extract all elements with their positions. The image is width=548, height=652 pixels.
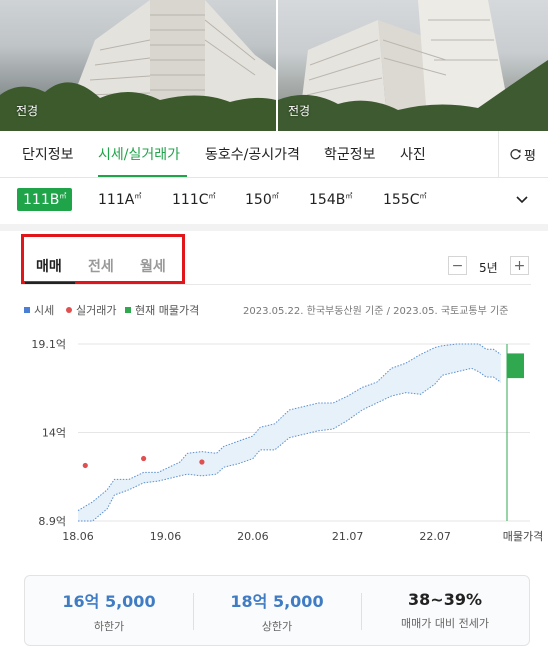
unit-toggle-button[interactable]: 평 <box>498 131 548 178</box>
area-label: 111C <box>172 192 209 208</box>
building-illustration-1 <box>0 0 276 131</box>
section-gap <box>0 224 548 231</box>
period-label: 5년 <box>479 261 498 275</box>
unit-toggle-label: 평 <box>524 149 536 164</box>
transaction-point <box>82 462 88 469</box>
x-tick-label: 21.07 <box>332 530 364 543</box>
area-unit: ㎡ <box>134 192 142 200</box>
legend-label: 현재 매물가격 <box>135 304 200 317</box>
jeonse-ratio-value: 38~39% <box>408 590 482 609</box>
y-tick-label: 19.1억 <box>31 338 66 351</box>
area-unit: ㎡ <box>271 192 279 200</box>
tab-sale[interactable]: 매매 <box>36 256 62 276</box>
summary-ratio: 38~39% 매매가 대비 전세가 <box>361 576 529 645</box>
legend-label: 시세 <box>34 304 55 317</box>
area-option-111c[interactable]: 111C㎡ <box>172 191 216 208</box>
source-note: 2023.05.22. 한국부동산원 기준 / 2023.05. 국토교통부 기… <box>243 306 509 317</box>
x-tick-label: 18.06 <box>62 530 94 543</box>
photo-caption: 전경 <box>288 104 311 118</box>
x-tick-label: 22.07 <box>419 530 451 543</box>
area-unit: ㎡ <box>59 192 67 200</box>
tab-jeonse[interactable]: 전세 <box>88 256 114 276</box>
active-tab-indicator <box>98 175 187 177</box>
legend-listing: 현재 매물가격 <box>125 302 199 318</box>
area-label: 111B <box>23 192 60 208</box>
tab-monthly-rent[interactable]: 월세 <box>140 256 166 276</box>
legend-swatch <box>125 307 131 313</box>
photo-strip: 전경 전경 <box>0 0 548 131</box>
transaction-point <box>140 455 147 462</box>
area-label: 154B <box>309 192 346 208</box>
period-decrease-button[interactable]: − <box>448 256 467 275</box>
price-summary: 16억 5,000 하한가 18억 5,000 상한가 38~39% 매매가 대… <box>24 575 530 646</box>
x-tick-label: 20.06 <box>237 530 269 543</box>
area-selector: 111B㎡ 111A㎡ 111C㎡ 150㎡ 154B㎡ 155C㎡ <box>0 178 548 224</box>
area-label: 111A <box>98 192 135 208</box>
jeonse-ratio-label: 매매가 대비 전세가 <box>401 617 489 630</box>
area-option-111b[interactable]: 111B㎡ <box>17 188 73 211</box>
transaction-point <box>199 459 205 465</box>
tab-complex-info[interactable]: 단지정보 <box>22 144 74 164</box>
lower-price-value: 16억 5,000 <box>62 591 156 611</box>
divider <box>21 284 531 285</box>
legend-transactions: 실거래가 <box>66 302 116 318</box>
area-option-150[interactable]: 150㎡ <box>245 191 279 208</box>
period-increase-button[interactable]: + <box>510 256 529 275</box>
x-tick-label: 19.06 <box>150 530 182 543</box>
legend-swatch <box>24 307 30 313</box>
tab-unit-price[interactable]: 동호수/공시가격 <box>205 144 300 164</box>
area-option-155c[interactable]: 155C㎡ <box>383 191 427 208</box>
y-tick-label: 8.9억 <box>38 515 66 528</box>
photo-caption: 전경 <box>16 104 39 118</box>
complex-photo-2[interactable]: 전경 <box>278 0 548 131</box>
listing-range <box>507 353 524 379</box>
refresh-icon <box>510 149 521 160</box>
area-label: 150 <box>245 192 272 208</box>
area-option-154b[interactable]: 154B㎡ <box>309 191 352 208</box>
area-unit: ㎡ <box>208 192 216 200</box>
tab-photos[interactable]: 사진 <box>400 144 426 164</box>
price-chart: 19.1억 14억 8.9억 18.06 19.06 20.06 21.07 22.07 매물가… <box>31 338 543 543</box>
area-label: 155C <box>383 192 420 208</box>
complex-photo-1[interactable]: 전경 <box>0 0 276 131</box>
area-unit: ㎡ <box>419 192 427 200</box>
tab-school[interactable]: 학군정보 <box>324 144 376 164</box>
upper-price-value: 18억 5,000 <box>230 591 324 611</box>
legend-label: 실거래가 <box>76 304 117 317</box>
info-tabs: 단지정보 시세/실거래가 동호수/공시가격 학군정보 사진 <box>0 131 548 178</box>
summary-lower: 16억 5,000 하한가 <box>25 576 193 645</box>
tab-price[interactable]: 시세/실거래가 <box>98 144 180 164</box>
lower-price-label: 하한가 <box>93 619 125 633</box>
chevron-down-icon[interactable] <box>514 192 530 208</box>
area-unit: ㎡ <box>345 192 353 200</box>
area-option-111a[interactable]: 111A㎡ <box>98 191 141 208</box>
band-lower-line <box>78 367 502 522</box>
building-illustration-2 <box>278 0 548 131</box>
legend-swatch <box>66 307 72 313</box>
x-tick-label: 매물가격 <box>503 530 543 543</box>
summary-upper: 18억 5,000 상한가 <box>193 576 361 645</box>
legend-market-price: 시세 <box>24 302 54 318</box>
y-tick-label: 14억 <box>42 427 66 440</box>
upper-price-label: 상한가 <box>261 619 293 633</box>
